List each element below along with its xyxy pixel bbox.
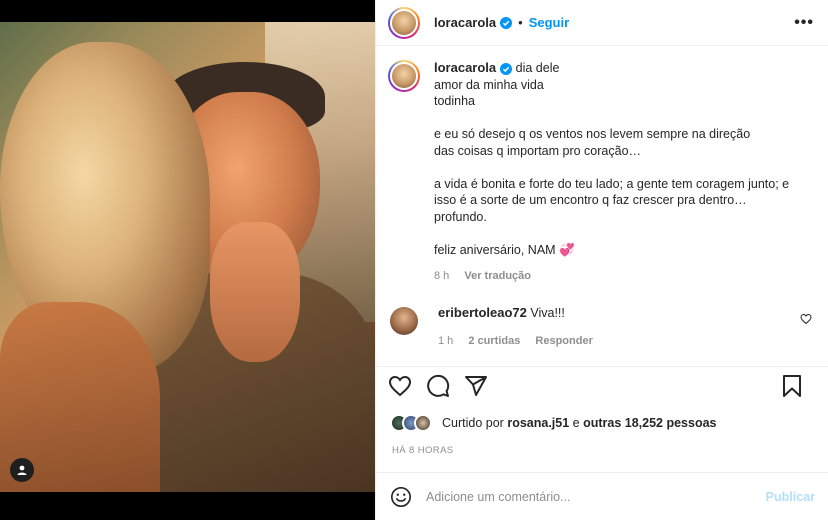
caption-line: amor da minha vida	[434, 77, 544, 92]
heart-icon	[388, 375, 412, 396]
post-time-ago[interactable]: HÁ 8 HORAS	[392, 445, 454, 456]
comment-text: Viva!!!	[530, 305, 565, 320]
comment-avatar[interactable]	[390, 306, 418, 335]
header-separator: •	[518, 15, 523, 30]
follow-button[interactable]: Seguir	[529, 15, 569, 30]
avatar	[414, 414, 432, 432]
photo-pane	[0, 0, 375, 520]
caption-line: isso é a sorte de um encontro q faz cres…	[434, 193, 747, 207]
caption-line: todinha	[434, 94, 476, 108]
caption: loracarola dia dele amor da minha vida t…	[388, 60, 814, 285]
user-tag-icon	[17, 465, 27, 475]
caption-line: e eu só desejo q os ventos nos levem sem…	[434, 127, 751, 141]
verified-icon	[500, 62, 513, 75]
caption-line: a vida é bonita e forte do teu lado; a g…	[434, 176, 790, 191]
like-button[interactable]	[388, 374, 412, 398]
share-button[interactable]	[464, 374, 488, 398]
comment-meta: 1 h 2 curtidas Responder	[438, 333, 814, 349]
author-avatar[interactable]	[388, 6, 420, 39]
comments-section: loracarola dia dele amor da minha vida t…	[376, 46, 828, 366]
liker-avatars[interactable]	[390, 414, 432, 432]
comment-like-heart-icon[interactable]	[800, 313, 812, 325]
reply-button[interactable]: Responder	[535, 335, 592, 347]
post-photo[interactable]	[0, 22, 375, 492]
more-icon[interactable]: •••	[794, 14, 814, 32]
post-panel: loracarola • Seguir ••• loracarola dia d…	[375, 0, 828, 520]
verified-icon	[500, 16, 513, 29]
caption-line: profundo.	[434, 209, 487, 224]
caption-time[interactable]: 8 h	[434, 270, 449, 282]
comment-likes[interactable]: 2 curtidas	[468, 335, 520, 347]
share-icon	[465, 375, 487, 396]
add-comment-bar: Publicar	[376, 472, 828, 520]
author-handle[interactable]: loracarola	[434, 15, 496, 30]
publish-button[interactable]: Publicar	[766, 490, 815, 504]
caption-line: das coisas q importam pro coração…	[434, 143, 642, 158]
likes-prefix: Curtido por	[442, 416, 504, 430]
comment-item: eribertoleao72 Viva!!! 1 h 2 curtidas Re…	[388, 305, 814, 349]
liked-by-others[interactable]: outras 18,252 pessoas	[583, 416, 716, 430]
bookmark-icon	[783, 374, 801, 397]
caption-line	[434, 159, 814, 176]
likes-middle: e	[572, 416, 580, 430]
action-bar	[376, 366, 828, 404]
see-translation-button[interactable]: Ver tradução	[464, 270, 531, 282]
likes-summary: Curtido por rosana.j51 e outras 18,252 p…	[390, 414, 717, 432]
comment-icon	[427, 374, 450, 397]
caption-meta: 8 h Ver tradução	[434, 268, 814, 285]
caption-line	[434, 110, 814, 127]
comment-time[interactable]: 1 h	[438, 335, 453, 347]
caption-line: dia dele	[515, 61, 560, 75]
caption-line: feliz aniversário, NAM 💞	[434, 242, 575, 257]
comment-button[interactable]	[426, 374, 450, 398]
caption-line	[434, 225, 814, 242]
post-header: loracarola • Seguir •••	[376, 0, 828, 46]
liked-by-user[interactable]: rosana.j51	[507, 416, 569, 430]
photo-hand	[210, 222, 300, 362]
caption-author[interactable]: loracarola	[434, 60, 496, 75]
save-button[interactable]	[781, 374, 803, 398]
caption-avatar[interactable]	[388, 60, 420, 92]
user-tag-button[interactable]	[10, 458, 34, 482]
comment-input[interactable]	[426, 489, 766, 504]
emoji-icon[interactable]	[390, 486, 412, 508]
comment-author[interactable]: eribertoleao72	[438, 305, 527, 320]
